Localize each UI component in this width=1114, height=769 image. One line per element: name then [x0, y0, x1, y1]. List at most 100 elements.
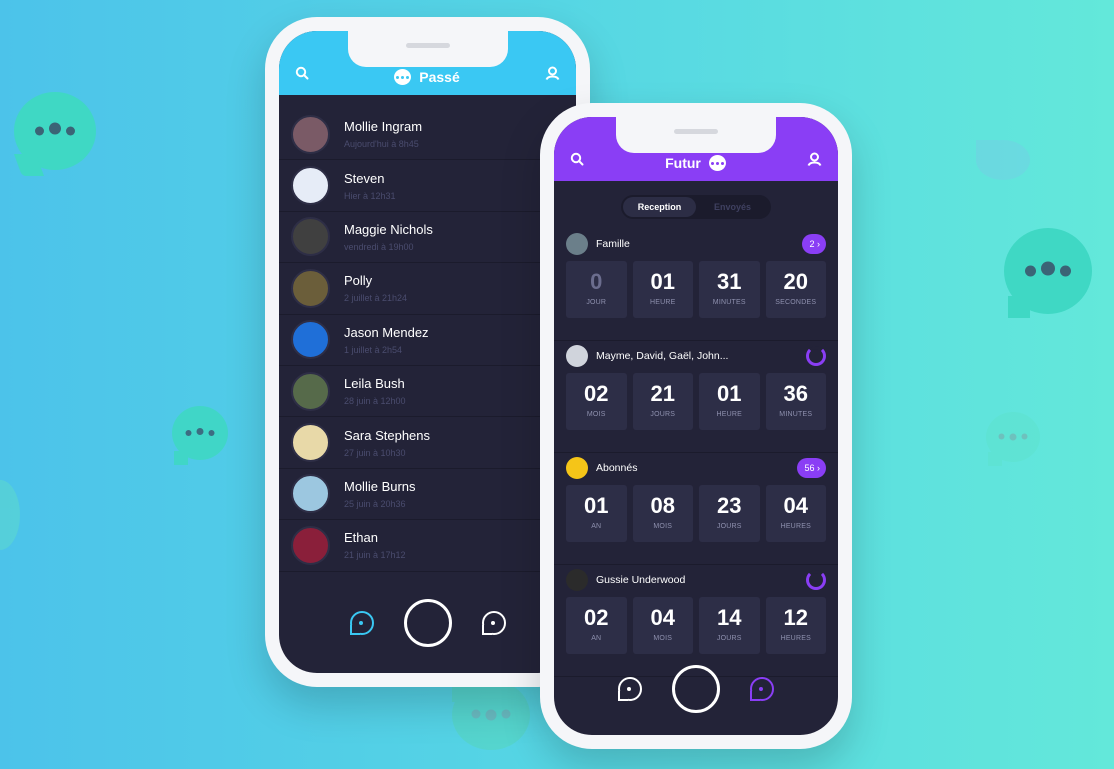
chat-icon [708, 155, 726, 171]
contact-time: 21 juin à 17h12 [344, 550, 406, 561]
countdown-unit: HEURE [716, 411, 742, 418]
chat-bubble-icon [172, 406, 228, 465]
countdown-cells: 0 JOUR 01 HEURE 31 MINUTES 20 SECONDES [566, 261, 826, 318]
countdown-unit: MOIS [653, 635, 673, 642]
contact-row[interactable]: Sara Stephens 27 juin à 10h30 [279, 417, 576, 469]
screen-passe: Passé Mollie Ingram Aujourd'hui à 8h45 Ste… [279, 31, 576, 673]
contact-time: 25 juin à 20h36 [344, 498, 406, 509]
contact-info: Sara Stephens 27 juin à 10h30 [344, 428, 430, 458]
countdown-value: 31 [717, 269, 742, 294]
countdown-value: 01 [650, 269, 675, 294]
contact-row[interactable]: Maggie Nichols vendredi à 19h00 [279, 212, 576, 264]
past-messages-icon[interactable] [349, 611, 374, 635]
notch [616, 117, 776, 153]
countdown-unit: MINUTES [779, 411, 813, 418]
countdown-unit: HEURE [649, 299, 676, 306]
countdown-value: 01 [584, 493, 609, 518]
contact-row[interactable]: Polly 2 juillet à 21h24 [279, 263, 576, 315]
contact-row[interactable]: Jason Mendez 1 juillet à 2h54 [279, 315, 576, 366]
avatar [291, 525, 330, 565]
countdown-value: 08 [650, 493, 675, 518]
chat-bubble-icon [986, 412, 1040, 466]
contact-time: 1 juillet à 2h54 [344, 344, 403, 355]
avatar [291, 166, 330, 206]
countdown-unit: JOUR [586, 299, 607, 306]
contact-row[interactable]: Ethan 21 juin à 17h12 [279, 520, 576, 572]
contact-row[interactable]: Mollie Burns 25 juin à 20h36 [279, 469, 576, 521]
contact-name: Leila Bush [344, 376, 405, 392]
contact-info: Mollie Ingram Aujourd'hui à 8h45 [344, 119, 422, 149]
countdown-value: 20 [783, 269, 808, 294]
profile-icon[interactable] [545, 66, 560, 85]
group-name: Abonnés [596, 462, 638, 474]
countdown-value: 21 [650, 381, 675, 406]
countdown-cell: 04 HEURES [765, 485, 826, 542]
contact-info: Steven Hier à 12h31 [344, 171, 396, 201]
tab-envoyes[interactable]: Envoyés [696, 197, 769, 217]
page-title: Futur [665, 155, 726, 171]
future-messages-icon[interactable] [481, 611, 506, 635]
countdown-unit: MOIS [653, 523, 673, 530]
contact-row[interactable]: Mollie Ingram Aujourd'hui à 8h45 [279, 109, 576, 161]
count-badge[interactable]: 2 › [802, 234, 826, 254]
count-badge[interactable]: 56 › [797, 458, 826, 478]
countdown-unit: HEURES [780, 523, 811, 530]
page-title: Passé [394, 69, 460, 85]
countdown-cell: 23 JOURS [699, 485, 760, 542]
search-icon[interactable] [570, 152, 584, 171]
countdown-unit: SECONDES [775, 299, 817, 306]
contact-row[interactable]: Steven Hier à 12h31 [279, 160, 576, 212]
future-messages-icon[interactable] [750, 677, 774, 701]
countdown-value: 04 [783, 493, 808, 518]
profile-icon[interactable] [807, 152, 822, 171]
contact-name: Sara Stephens [344, 427, 431, 443]
countdown-unit: JOURS [650, 411, 676, 418]
countdown-cell: 01 HEURE [632, 261, 693, 318]
capture-button[interactable] [672, 665, 720, 713]
tab-reception[interactable]: Reception [623, 197, 696, 217]
countdown-group[interactable]: Abonnés 56 › 01 AN 08 MOIS 23 JOURS 04 HEURES [554, 453, 838, 565]
contact-time: 28 juin à 12h00 [344, 396, 406, 407]
contact-time: 2 juillet à 21h24 [344, 293, 408, 304]
contact-name: Ethan [344, 530, 378, 546]
countdown-list: Famille 2 › 0 JOUR 01 HEURE 31 MINUTES 20 SECONDE… [554, 229, 838, 677]
group-name: Famille [596, 238, 630, 250]
countdown-value: 02 [584, 605, 609, 630]
contact-info: Polly 2 juillet à 21h24 [344, 273, 407, 303]
chat-bubble-icon [976, 140, 1030, 180]
countdown-group[interactable]: Mayme, David, Gaël, John... 02 MOIS 21 JOURS… [554, 341, 838, 453]
countdown-cell: 01 HEURE [699, 373, 760, 430]
countdown-unit: MOIS [586, 411, 606, 418]
countdown-cells: 01 AN 08 MOIS 23 JOURS 04 HEURES [566, 485, 826, 542]
countdown-cell: 20 SECONDES [765, 261, 826, 318]
avatar [291, 320, 330, 360]
notch [347, 31, 508, 67]
countdown-value: 01 [717, 381, 742, 406]
chat-bubble-icon [14, 92, 96, 170]
chat-bubble-icon [0, 480, 20, 550]
countdown-value: 12 [783, 605, 808, 630]
countdown-value: 0 [590, 269, 603, 294]
bottom-nav [279, 573, 576, 673]
contact-row[interactable]: Leila Bush 28 juin à 12h00 [279, 366, 576, 418]
past-messages-icon[interactable] [618, 677, 642, 701]
countdown-unit: HEURES [780, 635, 811, 642]
countdown-cells: 02 MOIS 21 JOURS 01 HEURE 36 MINUTES [566, 373, 826, 430]
contact-info: Leila Bush 28 juin à 12h00 [344, 376, 406, 406]
group-name: Gussie Underwood [596, 574, 686, 586]
contact-info: Mollie Burns 25 juin à 20h36 [344, 479, 416, 509]
countdown-unit: MINUTES [712, 299, 746, 306]
countdown-group[interactable]: Famille 2 › 0 JOUR 01 HEURE 31 MINUTES 20 SECONDE… [554, 229, 838, 341]
contact-name: Polly [344, 273, 373, 289]
countdown-value: 02 [584, 381, 609, 406]
avatar [566, 233, 588, 255]
avatar [291, 371, 330, 411]
search-icon[interactable] [295, 66, 309, 85]
capture-button[interactable] [403, 599, 452, 647]
chat-icon [394, 69, 412, 85]
page-title-text: Futur [665, 155, 701, 171]
avatar [291, 423, 330, 463]
contact-time: vendredi à 19h00 [344, 241, 414, 252]
contact-info: Ethan 21 juin à 17h12 [344, 530, 406, 560]
countdown-cell: 36 MINUTES [765, 373, 826, 430]
